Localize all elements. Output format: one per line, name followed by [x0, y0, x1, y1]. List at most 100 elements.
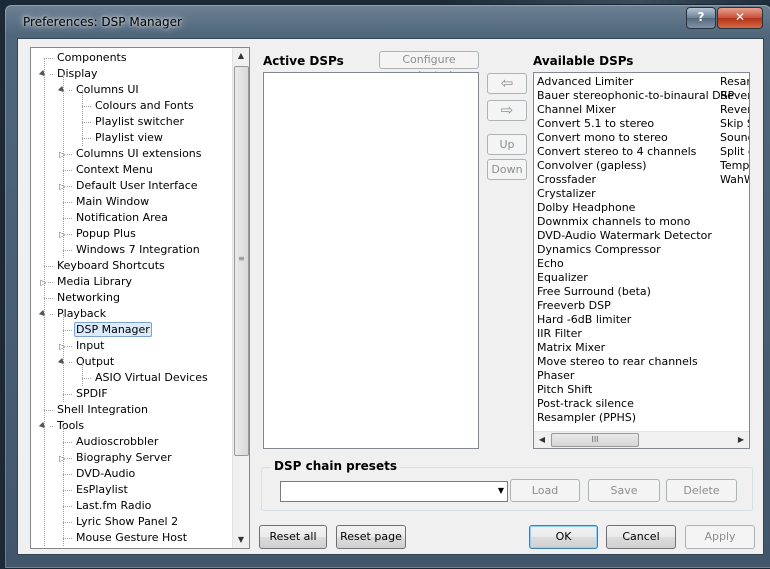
available-dsp-item[interactable]: DVD-Audio Watermark Detector: [537, 229, 712, 243]
tree-item[interactable]: Colours and Fonts: [93, 98, 196, 114]
available-dsp-item[interactable]: Tempo: [720, 159, 749, 173]
reset-all-button[interactable]: Reset all: [259, 525, 327, 549]
available-dsp-item[interactable]: WahW: [720, 173, 749, 187]
tree-item[interactable]: Windows 7 Integration: [74, 242, 202, 258]
available-dsps-hscrollbar[interactable]: ◀ III ▶: [534, 431, 749, 448]
active-dsps-list[interactable]: [263, 72, 479, 449]
tree-item[interactable]: ASIO Virtual Devices: [93, 370, 210, 386]
available-dsp-item[interactable]: Convolver (gapless): [537, 159, 647, 173]
tree-scroll-down-icon[interactable]: ▼: [233, 532, 249, 548]
tree-connector: [63, 250, 72, 251]
available-dsp-item[interactable]: Dolby Headphone: [537, 201, 635, 215]
available-dsp-item[interactable]: Rever: [720, 103, 749, 117]
tree-item[interactable]: Display: [55, 66, 100, 82]
cancel-button[interactable]: Cancel: [606, 525, 676, 549]
tree-item[interactable]: DSP Manager: [74, 322, 152, 338]
close-button[interactable]: ✕: [717, 7, 763, 29]
tree-connector: [63, 218, 72, 219]
tree-item[interactable]: Components: [55, 50, 129, 66]
available-dsp-item[interactable]: Advanced Limiter: [537, 75, 633, 89]
tree-item[interactable]: Lyric Show Panel 2: [74, 514, 180, 530]
reset-page-button[interactable]: Reset page: [336, 525, 406, 549]
delete-preset-button[interactable]: Delete: [666, 479, 737, 502]
tree-item[interactable]: Popup Plus: [74, 226, 138, 242]
tree-item[interactable]: Context Menu: [74, 162, 155, 178]
tree-item-label: Components: [57, 51, 127, 64]
dsp-chain-presets-title: DSP chain presets: [271, 459, 400, 473]
tree-item[interactable]: Media Library: [55, 274, 134, 290]
available-dsp-item[interactable]: Sound: [720, 131, 749, 145]
available-dsp-item[interactable]: Matrix Mixer: [537, 341, 605, 355]
tree-item[interactable]: Playlist switcher: [93, 114, 186, 130]
available-dsp-item[interactable]: Convert 5.1 to stereo: [537, 117, 654, 131]
available-dsp-item[interactable]: Channel Mixer: [537, 103, 616, 117]
available-dsp-item[interactable]: Freeverb DSP: [537, 299, 611, 313]
available-dsp-item[interactable]: Resar: [720, 75, 749, 89]
tree-item[interactable]: Mouse Gesture Host: [74, 530, 189, 546]
tree-item[interactable]: Keyboard Shortcuts: [55, 258, 167, 274]
load-preset-button[interactable]: Load: [510, 479, 580, 502]
tree-item[interactable]: EsPlaylist: [74, 482, 130, 498]
chevron-down-icon[interactable]: ▼: [498, 486, 504, 495]
remove-dsp-button[interactable]: ⇦: [487, 73, 527, 94]
scroll-left-icon[interactable]: ◀: [534, 432, 550, 448]
available-dsp-item[interactable]: Dynamics Compressor: [537, 243, 661, 257]
tree-item[interactable]: Biography Server: [74, 450, 174, 466]
add-dsp-button[interactable]: ⇨: [487, 100, 527, 121]
tree-item[interactable]: SPDIF: [74, 386, 110, 402]
available-dsp-item[interactable]: Split e: [720, 145, 749, 159]
tree-item[interactable]: Default User Interface: [74, 178, 200, 194]
move-down-button[interactable]: Down: [487, 159, 527, 180]
tree-connector: [82, 106, 91, 107]
available-dsp-item[interactable]: Skip S: [720, 117, 749, 131]
available-dsp-item[interactable]: Echo: [537, 257, 564, 271]
hscroll-thumb[interactable]: III: [551, 433, 639, 447]
tree-scroll-thumb[interactable]: ≡: [234, 66, 249, 456]
tree-item[interactable]: Playlist view: [93, 130, 165, 146]
scroll-right-icon[interactable]: ▶: [733, 432, 749, 448]
apply-button[interactable]: Apply: [685, 525, 755, 549]
tree-item-label: Audioscrobbler: [76, 435, 159, 448]
available-dsp-item[interactable]: Post-track silence: [537, 397, 634, 411]
tree-item[interactable]: Notification Area: [74, 210, 170, 226]
available-dsp-item[interactable]: Convert stereo to 4 channels: [537, 145, 696, 159]
scroll-grip-icon: ≡: [238, 254, 245, 263]
tree-scrollbar[interactable]: ▲ ≡ ▼: [232, 48, 249, 548]
tree-item[interactable]: Columns UI extensions: [74, 146, 204, 162]
tree-item[interactable]: Networking: [55, 290, 122, 306]
available-dsps-list[interactable]: Advanced Limiter Bauer stereophonic-to-bi…: [533, 72, 750, 449]
preferences-tree[interactable]: Components Display ▲ Columns UI ▲ Colours and…: [30, 47, 250, 549]
available-dsp-item[interactable]: Convert mono to stereo: [537, 131, 668, 145]
available-dsp-item[interactable]: Pitch Shift: [537, 383, 592, 397]
dsp-preset-combobox[interactable]: ▼: [280, 481, 508, 502]
available-dsp-item[interactable]: Crossfader: [537, 173, 596, 187]
tree-item[interactable]: Last.fm Radio: [74, 498, 153, 514]
configure-selected-button[interactable]: Configure selected: [379, 51, 479, 82]
tree-item[interactable]: Audioscrobbler: [74, 434, 160, 450]
tree-item[interactable]: Shell Integration: [55, 402, 150, 418]
ok-button[interactable]: OK: [529, 525, 598, 549]
available-dsp-item[interactable]: IIR Filter: [537, 327, 582, 341]
available-dsp-item[interactable]: Phaser: [537, 369, 574, 383]
tree-scroll-up-icon[interactable]: ▲: [233, 48, 249, 64]
tree-item[interactable]: Tools: [55, 418, 86, 434]
available-dsp-item[interactable]: Move stereo to rear channels: [537, 355, 698, 369]
save-preset-button[interactable]: Save: [588, 479, 660, 502]
available-dsp-item[interactable]: Resampler (PPHS): [537, 411, 636, 425]
available-dsp-item[interactable]: Rever: [720, 89, 749, 103]
tree-item[interactable]: Output: [74, 354, 116, 370]
available-dsp-item[interactable]: Bauer stereophonic-to-binaural DSP: [537, 89, 734, 103]
tree-item[interactable]: Columns UI: [74, 82, 141, 98]
available-dsp-item[interactable]: Free Surround (beta): [537, 285, 651, 299]
title-bar[interactable]: Preferences: DSP Manager ? ✕: [5, 5, 770, 39]
help-button[interactable]: ?: [686, 7, 716, 29]
move-up-button[interactable]: Up: [487, 134, 527, 155]
tree-item[interactable]: Main Window: [74, 194, 151, 210]
available-dsp-item[interactable]: Crystalizer: [537, 187, 596, 201]
available-dsp-item[interactable]: Downmix channels to mono: [537, 215, 690, 229]
available-dsp-item[interactable]: Hard -6dB limiter: [537, 313, 631, 327]
tree-item[interactable]: Input: [74, 338, 106, 354]
available-dsp-item[interactable]: Equalizer: [537, 271, 588, 285]
tree-item-label: Mouse Gesture Host: [76, 531, 188, 544]
tree-item[interactable]: DVD-Audio: [74, 466, 137, 482]
